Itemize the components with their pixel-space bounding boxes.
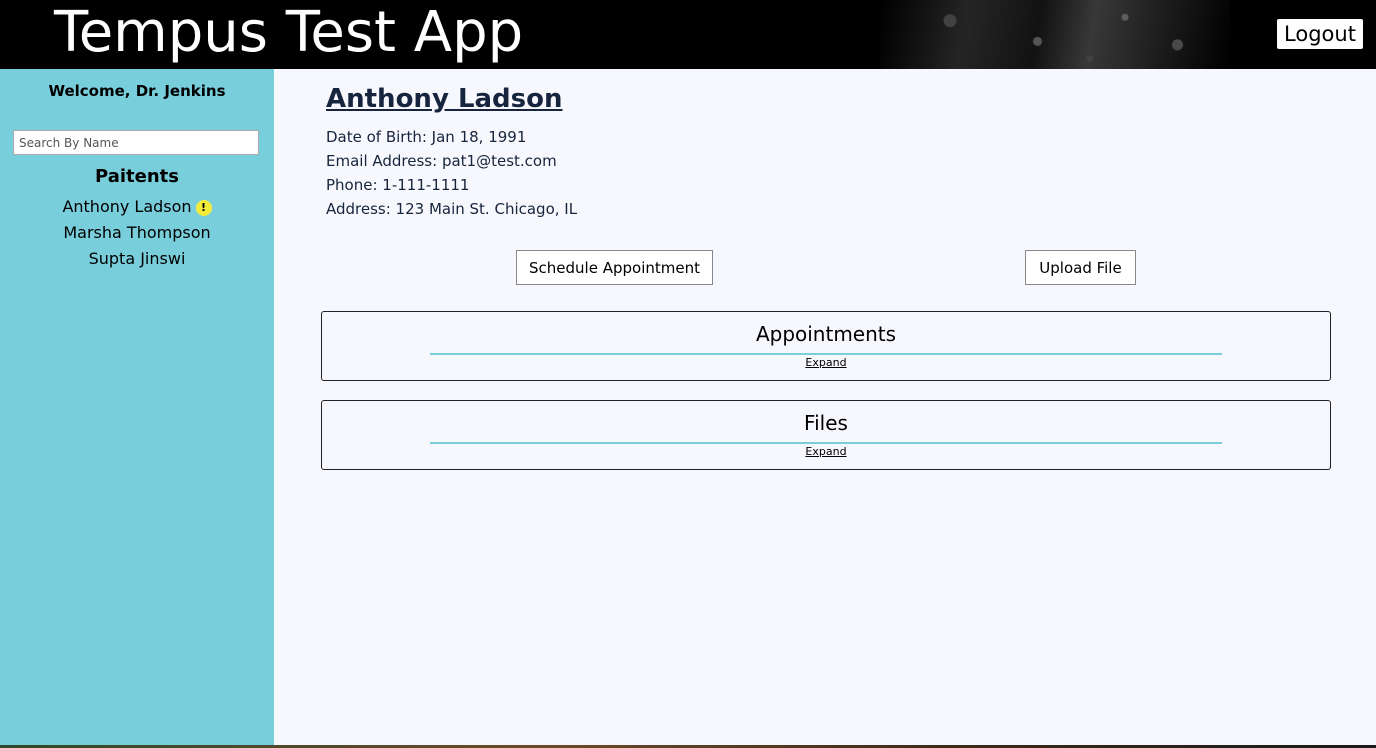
patient-name-link[interactable]: Anthony Ladson bbox=[326, 84, 563, 114]
panel-divider bbox=[430, 353, 1222, 355]
patient-dob: Date of Birth: Jan 18, 1991 bbox=[326, 128, 527, 146]
patient-item-supta-jinswi[interactable]: Supta Jinswi bbox=[0, 249, 274, 275]
files-panel: Files Expand bbox=[321, 400, 1331, 470]
header-background-art bbox=[880, 0, 1230, 69]
patient-item-anthony-ladson[interactable]: Anthony Ladson! bbox=[0, 197, 274, 223]
files-expand-link[interactable]: Expand bbox=[322, 445, 1330, 458]
files-panel-title: Files bbox=[804, 411, 848, 435]
patient-item-label: Marsha Thompson bbox=[63, 223, 211, 242]
appointments-panel-title: Appointments bbox=[755, 322, 897, 346]
patient-item-label: Supta Jinswi bbox=[88, 249, 186, 268]
patient-item-marsha-thompson[interactable]: Marsha Thompson bbox=[0, 223, 274, 249]
app-title: Tempus Test App bbox=[54, 0, 524, 65]
upload-file-button[interactable]: Upload File bbox=[1025, 250, 1136, 285]
exclamation-alert-icon: ! bbox=[195, 200, 212, 216]
patient-item-label: Anthony Ladson bbox=[62, 197, 192, 216]
patient-list: Anthony Ladson! Marsha Thompson Supta Ji… bbox=[0, 197, 274, 275]
welcome-message: Welcome, Dr. Jenkins bbox=[48, 82, 226, 100]
sidebar: Welcome, Dr. Jenkins Paitents Anthony La… bbox=[0, 69, 274, 748]
schedule-appointment-button[interactable]: Schedule Appointment bbox=[516, 250, 713, 285]
patient-address: Address: 123 Main St. Chicago, IL bbox=[326, 200, 578, 218]
panel-divider bbox=[430, 442, 1222, 444]
patients-heading: Paitents bbox=[95, 166, 179, 187]
search-input[interactable] bbox=[13, 130, 259, 155]
app-header: Tempus Test App Logout bbox=[0, 0, 1376, 69]
appointments-panel: Appointments Expand bbox=[321, 311, 1331, 381]
logout-button[interactable]: Logout bbox=[1277, 19, 1363, 49]
appointments-expand-link[interactable]: Expand bbox=[322, 356, 1330, 369]
patient-email: Email Address: pat1@test.com bbox=[326, 152, 557, 170]
patient-phone: Phone: 1-111-1111 bbox=[326, 176, 470, 194]
